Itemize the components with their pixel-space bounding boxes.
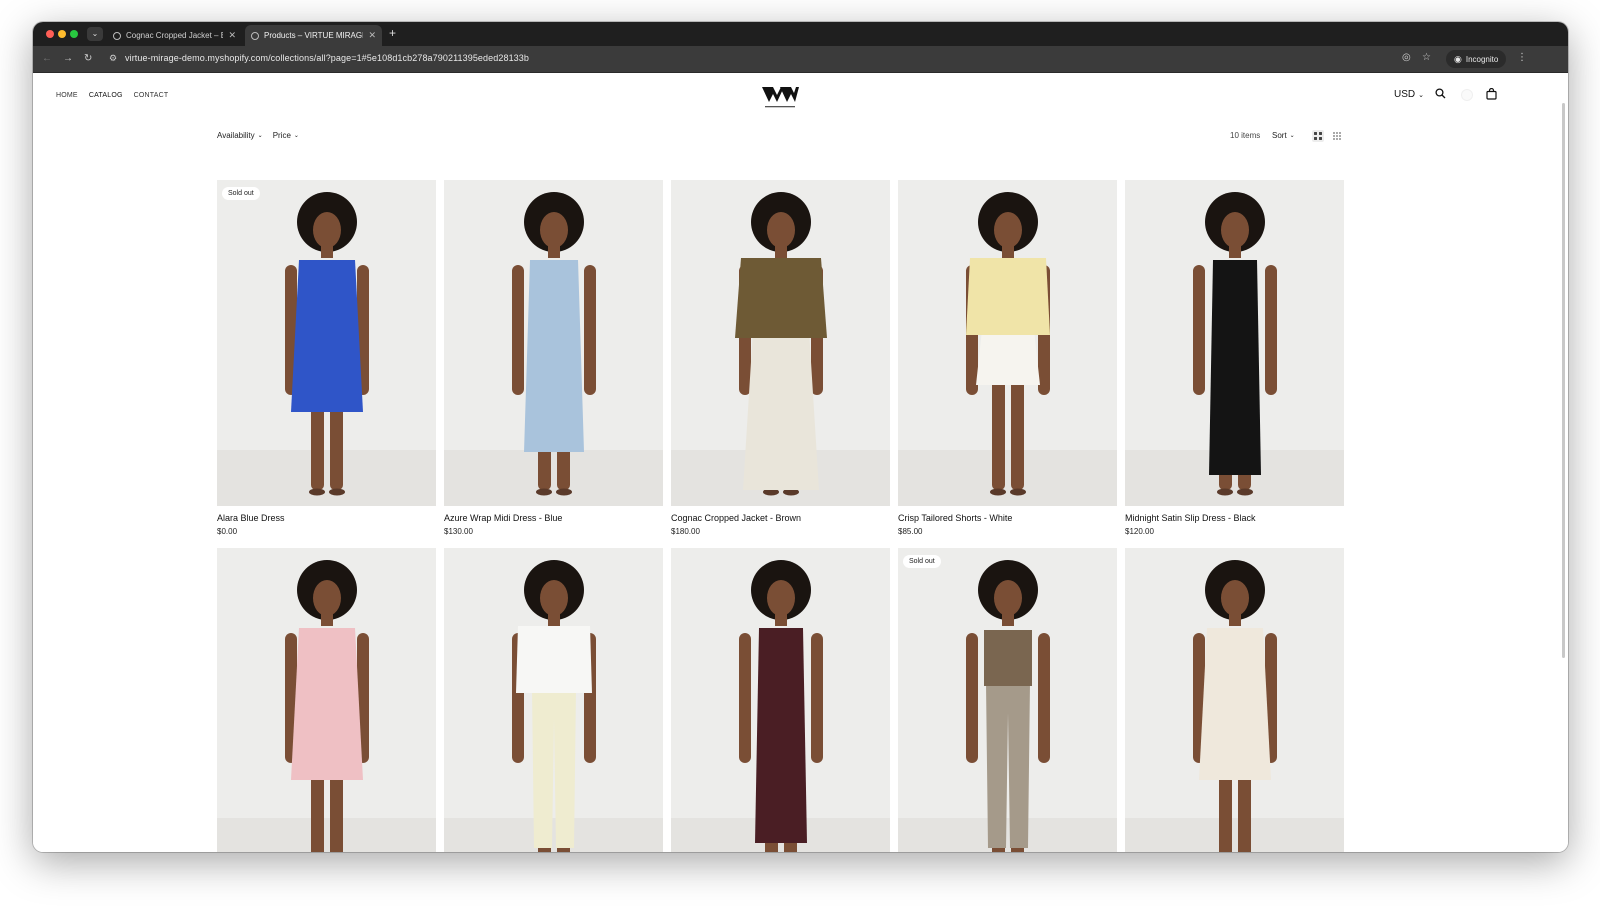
incognito-badge[interactable]: ◉ Incognito (1446, 50, 1507, 68)
product-image[interactable] (671, 548, 890, 852)
tab-close-icon[interactable]: ✕ (368, 30, 376, 41)
currency-selector[interactable]: USD ⌄ (1394, 89, 1424, 100)
product-name[interactable]: Alara Blue Dress (217, 513, 436, 523)
product-name[interactable]: Azure Wrap Midi Dress - Blue (444, 513, 663, 523)
minimize-window-button[interactable] (58, 30, 66, 38)
product-image[interactable] (1125, 180, 1344, 506)
product-card[interactable] (217, 548, 436, 852)
product-card[interactable]: Azure Wrap Midi Dress - Blue $130.00 (444, 180, 663, 536)
product-image[interactable]: Sold out (217, 180, 436, 506)
filter-label: Availability (217, 131, 255, 140)
product-card[interactable]: Cognac Cropped Jacket - Brown $180.00 (671, 180, 890, 536)
product-price: $0.00 (217, 527, 238, 536)
tab-title: Products – VIRTUE MIRAGE D (264, 31, 363, 40)
maximize-window-button[interactable] (70, 30, 78, 38)
product-card[interactable]: Midnight Satin Slip Dress - Black $120.00 (1125, 180, 1344, 536)
bookmark-star-icon[interactable]: ☆ (1422, 52, 1431, 63)
tab-bar: ⌄ Cognac Cropped Jacket – Br ✕ Products … (33, 22, 1568, 46)
tab-search-chevron-icon[interactable]: ⌄ (87, 27, 103, 41)
nav-contact[interactable]: CONTACT (134, 92, 169, 99)
site-info-icon[interactable]: ⚙ (109, 53, 117, 64)
filter-label: Price (272, 131, 291, 140)
filter-bar: Availability ⌄ Price ⌄ (217, 131, 299, 140)
kebab-menu-icon[interactable]: ⋮ (1517, 52, 1527, 63)
tab-title: Cognac Cropped Jacket – Br (126, 31, 224, 40)
browser-toolbar: ← → ↻ ⚙ virtue-mirage-demo.myshopify.com… (33, 46, 1568, 73)
store-logo[interactable] (760, 83, 800, 111)
product-card[interactable]: Sold out (898, 548, 1117, 852)
sort-label: Sort (1272, 131, 1287, 140)
forward-arrow-icon[interactable]: → (63, 52, 73, 66)
incognito-icon: ◉ (1454, 53, 1462, 64)
incognito-label: Incognito (1465, 54, 1499, 64)
sold-out-badge: Sold out (903, 555, 941, 568)
product-price: $180.00 (671, 527, 700, 536)
address-bar[interactable]: virtue-mirage-demo.myshopify.com/collect… (125, 53, 529, 63)
product-price: $130.00 (444, 527, 473, 536)
globe-icon (251, 31, 259, 40)
product-image[interactable] (671, 180, 890, 506)
main-nav: HOME CATALOG CONTACT (56, 92, 168, 99)
chevron-down-icon: ⌄ (1418, 91, 1424, 99)
search-icon[interactable] (1435, 88, 1446, 102)
chevron-down-icon: ⌄ (257, 133, 263, 139)
sold-out-badge: Sold out (222, 187, 260, 200)
product-image[interactable] (217, 548, 436, 852)
globe-icon (113, 31, 121, 40)
item-count: 10 items (1230, 131, 1261, 140)
product-name[interactable]: Midnight Satin Slip Dress - Black (1125, 513, 1344, 523)
tab-close-icon[interactable]: ✕ (228, 30, 236, 41)
nav-catalog[interactable]: CATALOG (89, 92, 123, 99)
nav-home[interactable]: HOME (56, 92, 78, 99)
filter-availability[interactable]: Availability ⌄ (217, 131, 263, 140)
product-name[interactable]: Cognac Cropped Jacket - Brown (671, 513, 890, 523)
product-card[interactable]: Sold out Alara Blue Dress $0.00 (217, 180, 436, 536)
product-card[interactable] (444, 548, 663, 852)
product-image[interactable]: Sold out (898, 548, 1117, 852)
product-image[interactable] (1125, 548, 1344, 852)
eye-off-icon[interactable]: ◎ (1402, 52, 1411, 63)
product-price: $85.00 (898, 527, 923, 536)
account-avatar[interactable] (1461, 89, 1473, 101)
product-image[interactable] (444, 548, 663, 852)
page-content: HOME CATALOG CONTACT USD ⌄ Availability (33, 73, 1568, 852)
browser-tab-2[interactable]: Products – VIRTUE MIRAGE D ✕ (245, 25, 382, 46)
new-tab-plus-icon[interactable]: + (389, 26, 396, 40)
product-image[interactable] (898, 180, 1117, 506)
scrollbar[interactable] (1562, 103, 1565, 658)
shopping-bag-icon[interactable] (1486, 87, 1497, 103)
product-price: $120.00 (1125, 527, 1154, 536)
product-card[interactable]: Crisp Tailored Shorts - White $85.00 (898, 180, 1117, 536)
product-card[interactable] (671, 548, 890, 852)
chevron-down-icon: ⌄ (1289, 133, 1295, 139)
product-image[interactable] (444, 180, 663, 506)
sort-dropdown[interactable]: Sort ⌄ (1272, 131, 1295, 140)
browser-tab-1[interactable]: Cognac Cropped Jacket – Br ✕ (107, 25, 242, 46)
chevron-down-icon: ⌄ (293, 133, 299, 139)
filter-price[interactable]: Price ⌄ (273, 131, 299, 140)
product-card[interactable] (1125, 548, 1344, 852)
reload-icon[interactable]: ↻ (84, 52, 92, 66)
back-arrow-icon[interactable]: ← (42, 52, 52, 66)
browser-window: ⌄ Cognac Cropped Jacket – Br ✕ Products … (33, 22, 1568, 852)
grid-large-view-icon[interactable] (1312, 130, 1324, 142)
product-name[interactable]: Crisp Tailored Shorts - White (898, 513, 1117, 523)
currency-label: USD (1394, 89, 1416, 100)
grid-small-view-icon[interactable] (1331, 130, 1343, 142)
close-window-button[interactable] (46, 30, 54, 38)
